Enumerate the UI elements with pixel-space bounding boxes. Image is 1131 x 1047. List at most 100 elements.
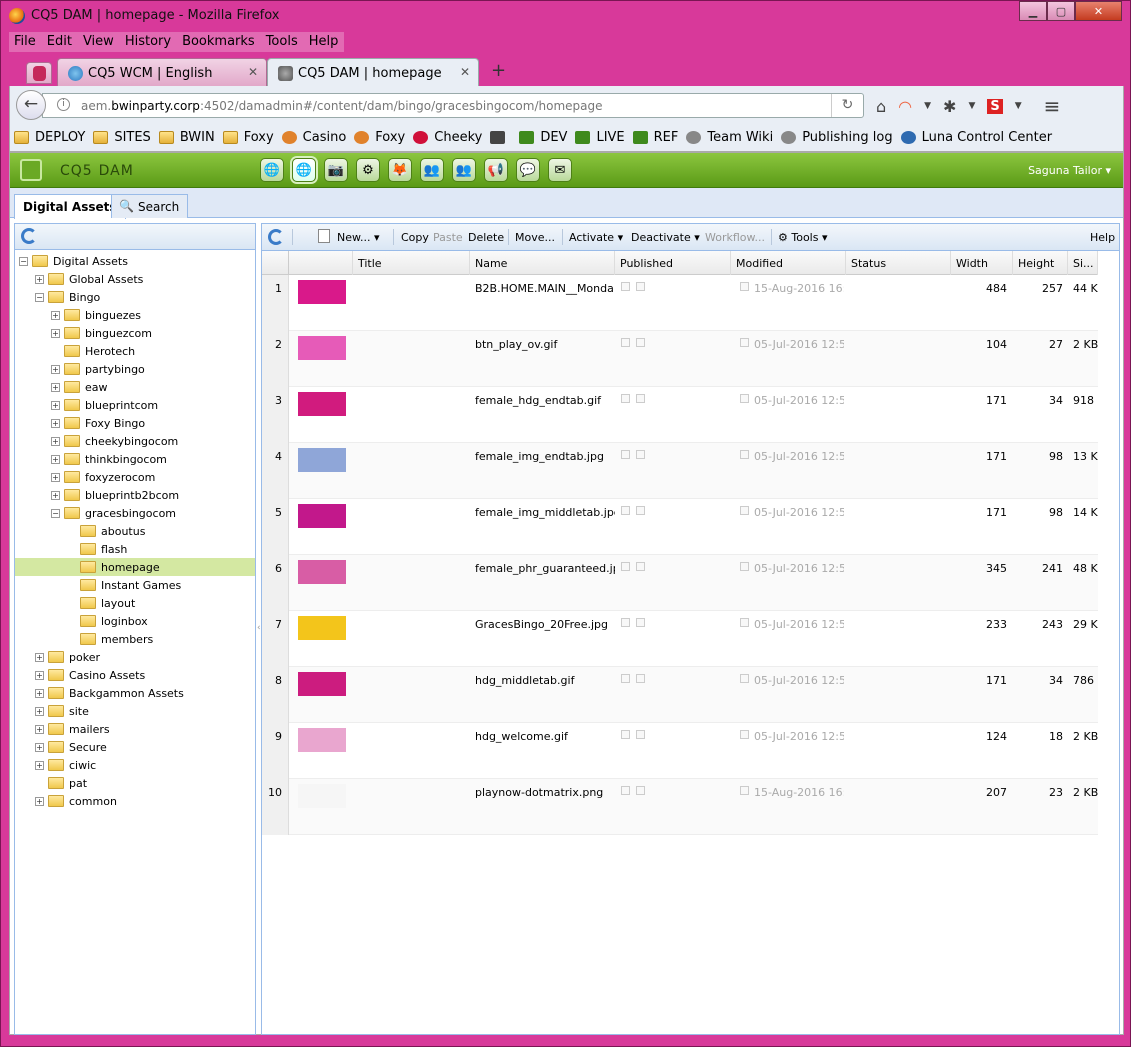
activate-button[interactable]: Activate ▾ — [569, 231, 623, 244]
menu-edit[interactable]: Edit — [42, 32, 78, 52]
new-tab-button[interactable]: + — [491, 60, 506, 81]
tab-wcm[interactable]: CQ5 WCM | English ✕ — [57, 58, 267, 86]
tree-node[interactable]: + ciwic — [15, 756, 255, 774]
thumbnail-image[interactable] — [298, 280, 346, 304]
expand-icon[interactable]: + — [51, 454, 60, 464]
user-menu[interactable]: Saguna Tailor ▾ — [1028, 164, 1111, 177]
tree-node[interactable]: + binguezcom — [15, 324, 255, 342]
col-name[interactable]: Name — [470, 251, 615, 275]
tree-node[interactable]: Herotech — [15, 342, 255, 360]
col-modified[interactable]: Modified — [731, 251, 846, 275]
col-title[interactable]: Title — [353, 251, 470, 275]
tree-node[interactable]: loginbox — [15, 612, 255, 630]
bookmark-3[interactable]: Foxy — [222, 130, 274, 145]
tree-node[interactable]: layout — [15, 594, 255, 612]
tree-node[interactable]: pat — [15, 774, 255, 792]
inbox-icon[interactable]: ✉ — [548, 158, 572, 182]
extension-icon[interactable]: ✱ — [943, 97, 956, 116]
expand-icon[interactable]: + — [35, 724, 44, 734]
expand-icon[interactable]: + — [51, 418, 60, 428]
url-bar[interactable]: i aem.bwinparty.corp:4502/damadmin#/cont… — [42, 93, 864, 118]
thumbnail-image[interactable] — [298, 560, 346, 584]
dropdown-icon[interactable]: ▼ — [924, 101, 931, 111]
collapse-icon[interactable]: − — [35, 292, 44, 302]
bookmark-10[interactable]: REF — [632, 130, 678, 145]
bookmark-1[interactable]: SITES — [93, 130, 151, 145]
dam-globe-icon[interactable]: 🌐 — [292, 158, 316, 182]
close-tab-icon[interactable]: ✕ — [460, 65, 470, 79]
expand-icon[interactable]: + — [35, 706, 44, 716]
websites-icon[interactable]: 🌐 — [260, 158, 284, 182]
refresh-icon[interactable] — [268, 229, 284, 245]
table-row[interactable]: 2 btn_play_ov.gif 05-Jul-2016 12:50 104 27 2 … — [262, 331, 1098, 387]
move-button[interactable]: Move... — [515, 231, 555, 244]
delete-button[interactable]: Delete — [468, 231, 504, 244]
groups-icon[interactable]: 👥 — [452, 158, 476, 182]
table-row[interactable]: 5 female_img_middletab.jpg 05-Jul-2016 12:… — [262, 499, 1098, 555]
hamburger-menu-icon[interactable]: ≡ — [1044, 94, 1061, 118]
menu-bookmarks[interactable]: Bookmarks — [177, 32, 261, 52]
info-icon[interactable]: i — [57, 98, 70, 111]
expand-icon[interactable]: + — [35, 742, 44, 752]
table-row[interactable]: 4 female_img_endtab.jpg 05-Jul-2016 12:50 1… — [262, 443, 1098, 499]
col-height[interactable]: Height — [1013, 251, 1068, 275]
bookmark-2[interactable]: BWIN — [158, 130, 215, 145]
thumbnail-image[interactable] — [298, 504, 346, 528]
bookmark-5[interactable]: Foxy — [354, 130, 405, 145]
dropdown-icon[interactable]: ▼ — [1015, 101, 1022, 111]
expand-icon[interactable]: + — [35, 652, 44, 662]
campaign-icon[interactable]: 📢 — [484, 158, 508, 182]
bookmark-9[interactable]: LIVE — [575, 130, 625, 145]
home-icon[interactable]: ⌂ — [876, 97, 886, 116]
tree-node[interactable]: + common — [15, 792, 255, 810]
tree-node[interactable]: + cheekybingocom — [15, 432, 255, 450]
tab-digital-assets[interactable]: Digital Assets — [14, 194, 126, 219]
reload-icon[interactable]: ↻ — [831, 94, 863, 117]
menu-view[interactable]: View — [78, 32, 120, 52]
thumbnail-image[interactable] — [298, 336, 346, 360]
bookmark-0[interactable]: DEPLOY — [14, 130, 85, 145]
tree-node[interactable]: flash — [15, 540, 255, 558]
tree-node[interactable]: + binguezes — [15, 306, 255, 324]
back-button[interactable]: ← — [16, 90, 46, 120]
table-row[interactable]: 10 playnow-dotmatrix.png 15-Aug-2016 16:1·… — [262, 779, 1098, 835]
expand-icon[interactable]: + — [51, 472, 60, 482]
tree-node[interactable]: + mailers — [15, 720, 255, 738]
tree-node[interactable]: homepage — [15, 558, 255, 576]
tree-node[interactable]: aboutus — [15, 522, 255, 540]
expand-icon[interactable]: + — [51, 310, 60, 320]
expand-icon[interactable]: + — [35, 796, 44, 806]
menu-history[interactable]: History — [120, 32, 177, 52]
table-row[interactable]: 9 hdg_welcome.gif 05-Jul-2016 12:50 124 18 2 … — [262, 723, 1098, 779]
menu-tools[interactable]: Tools — [261, 32, 304, 52]
tree-node[interactable]: + Secure — [15, 738, 255, 756]
thumbnail-image[interactable] — [298, 616, 346, 640]
tree-node[interactable]: Instant Games — [15, 576, 255, 594]
tree-node[interactable]: + eaw — [15, 378, 255, 396]
bookmark-4[interactable]: Casino — [281, 130, 346, 145]
thumbnail-image[interactable] — [298, 784, 346, 808]
dropdown-icon[interactable]: ▼ — [968, 101, 975, 111]
paste-button[interactable]: Paste — [433, 231, 463, 244]
col-published[interactable]: Published — [615, 251, 731, 275]
tools-icon[interactable]: ⚙ — [356, 158, 380, 182]
tree-node[interactable]: + partybingo — [15, 360, 255, 378]
s-extension-icon[interactable]: S — [987, 98, 1003, 114]
expand-icon[interactable]: + — [51, 400, 60, 410]
tree-node[interactable]: + Casino Assets — [15, 666, 255, 684]
table-row[interactable]: 6 female_phr_guaranteed.jpg 05-Jul-2016 12… — [262, 555, 1098, 611]
tree-node[interactable]: members — [15, 630, 255, 648]
col-status[interactable]: Status — [846, 251, 951, 275]
tab-dam[interactable]: CQ5 DAM | homepage ✕ — [267, 58, 479, 86]
tree-node[interactable]: + poker — [15, 648, 255, 666]
table-row[interactable]: 1 B2B.HOME.MAIN__Monda... 15-Aug-2016 16:1… — [262, 275, 1098, 331]
expand-icon[interactable]: + — [35, 688, 44, 698]
bookmark-8[interactable]: DEV — [519, 130, 567, 145]
table-row[interactable]: 8 hdg_middletab.gif 05-Jul-2016 12:50 171 34… — [262, 667, 1098, 723]
minimize-button[interactable]: ▁ — [1019, 1, 1047, 21]
copy-button[interactable]: Copy — [401, 231, 429, 244]
tree-node[interactable]: + Backgammon Assets — [15, 684, 255, 702]
table-row[interactable]: 7 GracesBingo_20Free.jpg 05-Jul-2016 12:50… — [262, 611, 1098, 667]
expand-icon[interactable]: + — [35, 760, 44, 770]
tree-node[interactable]: − Bingo — [15, 288, 255, 306]
